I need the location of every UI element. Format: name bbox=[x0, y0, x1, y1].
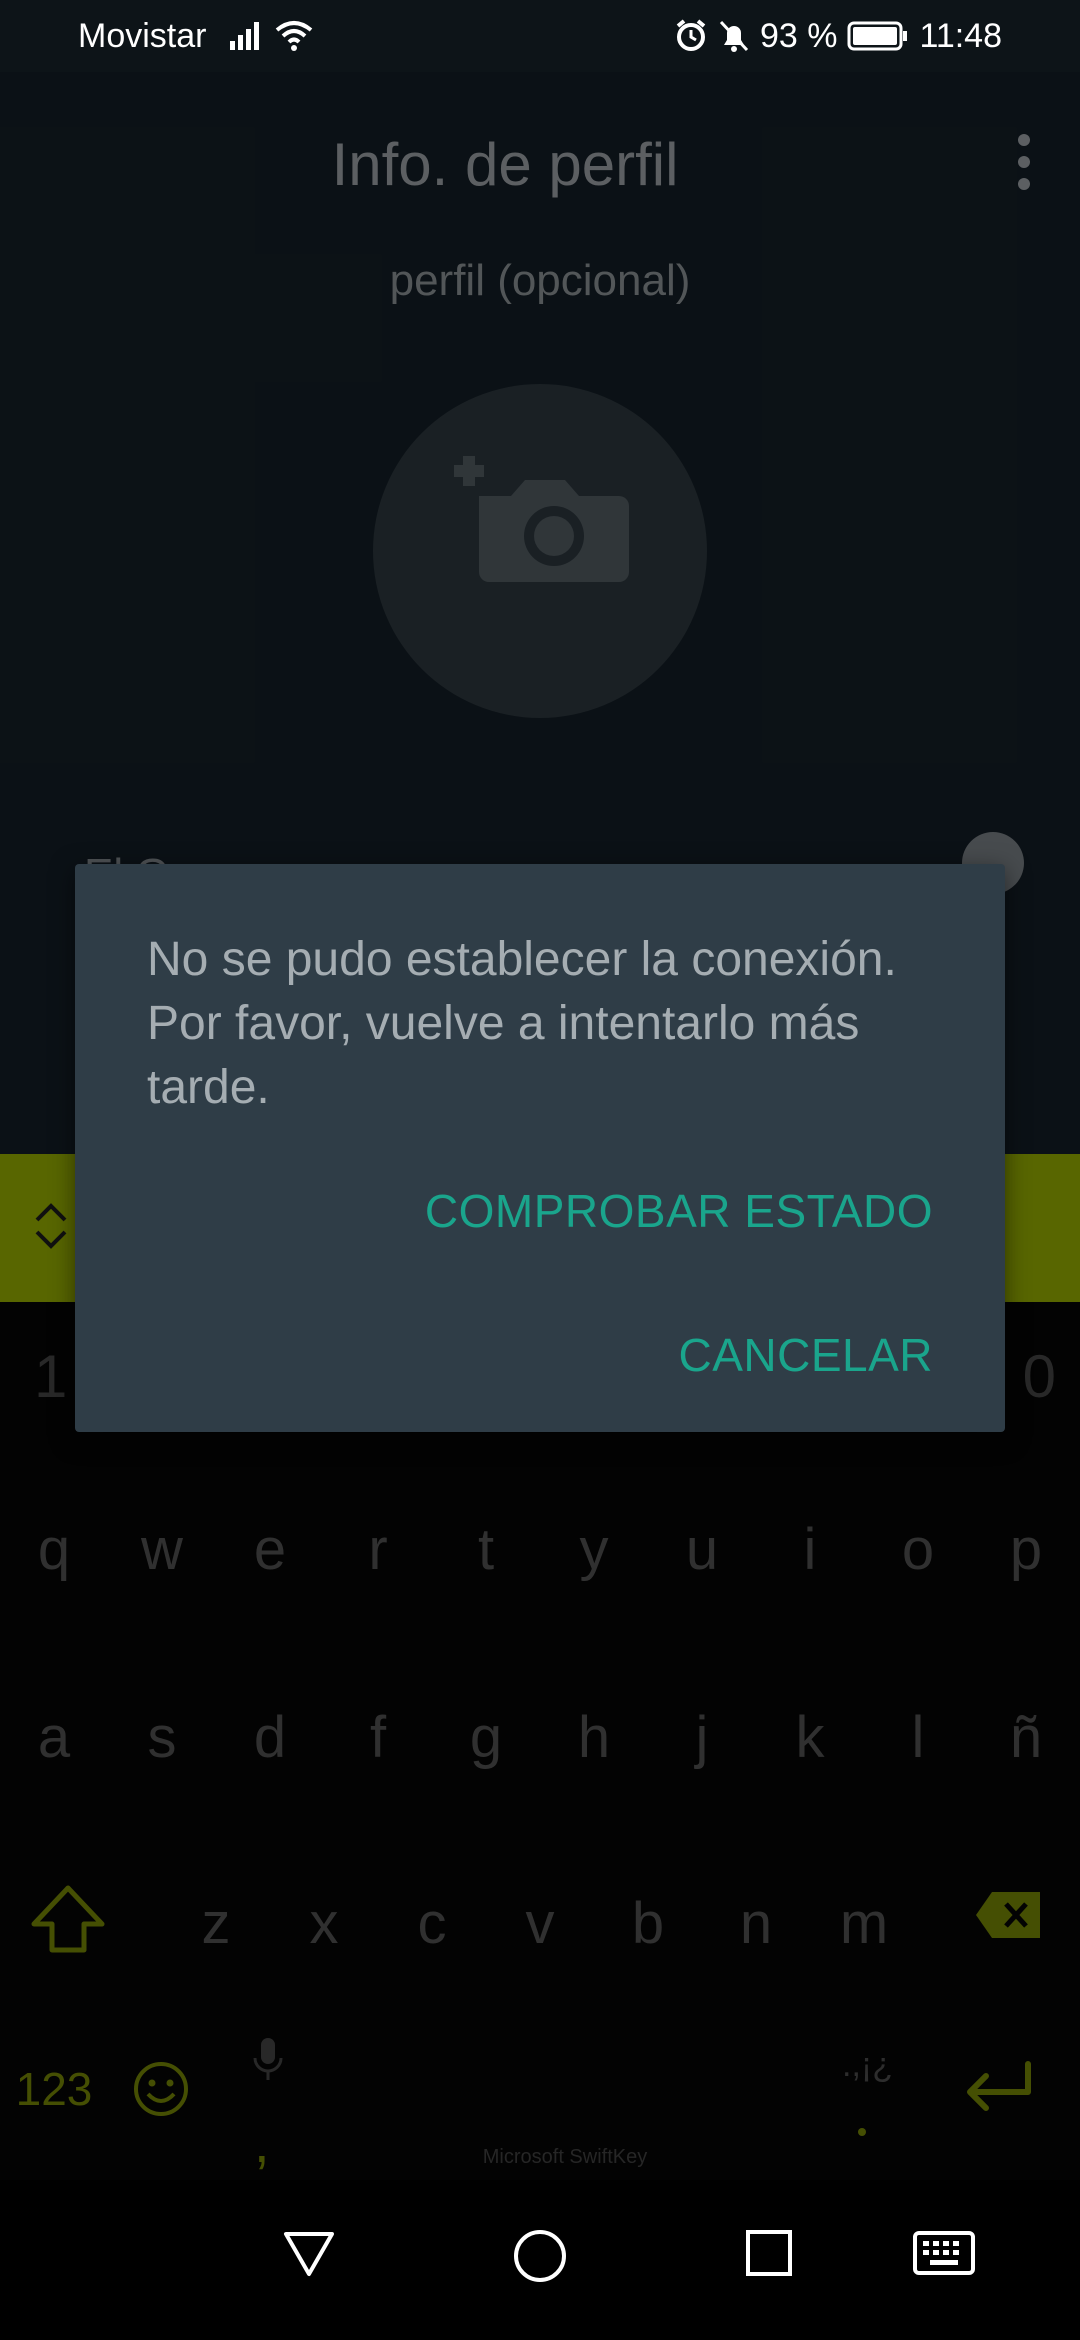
check-status-button[interactable]: COMPROBAR ESTADO bbox=[425, 1184, 933, 1238]
home-icon[interactable] bbox=[512, 2228, 568, 2289]
cancel-button[interactable]: CANCELAR bbox=[678, 1328, 933, 1382]
alarm-icon bbox=[674, 19, 708, 53]
recents-icon[interactable] bbox=[744, 2228, 794, 2283]
dialog-message: No se pudo establecer la conexión. Por f… bbox=[147, 933, 897, 1114]
carrier-name: Movistar bbox=[78, 16, 207, 55]
navigation-bar bbox=[0, 2180, 1080, 2340]
bell-off-icon bbox=[718, 19, 750, 53]
wifi-icon bbox=[274, 20, 314, 52]
status-bar: Movistar 93 % 11:48 bbox=[0, 0, 1080, 72]
back-icon[interactable] bbox=[282, 2228, 336, 2283]
connection-error-dialog: No se pudo establecer la conexión. Por f… bbox=[75, 864, 1005, 1432]
battery-icon bbox=[847, 20, 909, 52]
signal-icon bbox=[228, 21, 264, 51]
keyboard-switch-icon[interactable] bbox=[912, 2228, 976, 2283]
battery-level: 93 % bbox=[759, 16, 838, 55]
clock: 11:48 bbox=[919, 16, 1002, 55]
